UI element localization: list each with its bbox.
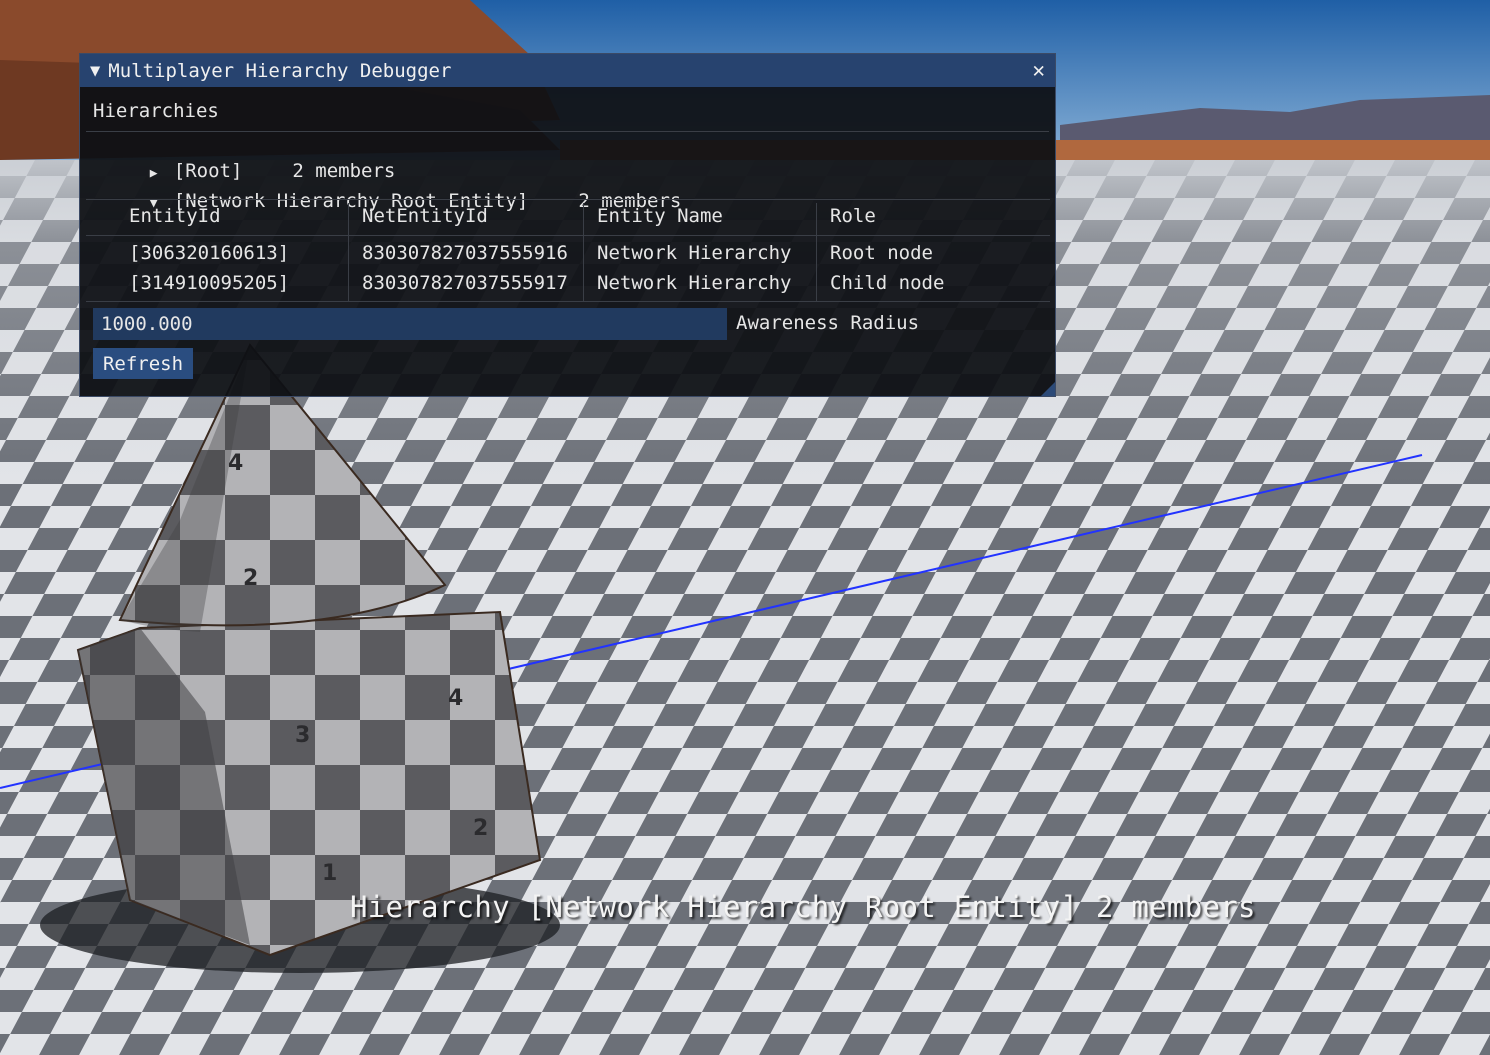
table-cell-role: Child node [830,272,945,294]
table-cell-entityid: [314910095205] [129,272,290,294]
svg-text:4: 4 [448,686,463,711]
resize-grip-icon[interactable] [1041,382,1055,396]
column-divider[interactable] [348,203,349,301]
table-cell-role: Root node [830,242,933,264]
awareness-radius-value: 1000.000 [101,313,193,335]
table-cell-entity-name: Network Hierarchy [597,272,792,294]
awareness-radius-input[interactable]: 1000.000 [93,308,727,340]
window-title: Multiplayer Hierarchy Debugger [108,59,452,82]
hierarchy-overlay-text: Hierarchy [Network Hierarchy Root Entity… [350,890,1256,924]
svg-text:1: 1 [322,861,337,886]
svg-text:2: 2 [243,566,258,591]
svg-text:4: 4 [228,451,243,476]
column-header-entity-name[interactable]: Entity Name [597,205,723,227]
header-divider [86,235,1050,236]
table-cell-entityid: [306320160613] [129,242,290,264]
column-header-entityid[interactable]: EntityId [129,205,221,227]
table-cell-entity-name: Network Hierarchy [597,242,792,264]
divider [86,199,1050,200]
entity-table: EntityId NetEntityId Entity Name Role [3… [86,199,1050,303]
column-divider[interactable] [816,203,817,301]
refresh-button[interactable]: Refresh [93,348,193,379]
hierarchies-header[interactable]: Hierarchies [93,100,219,122]
table-cell-netentityid: 830307827037555917 [362,272,568,294]
close-icon[interactable]: ✕ [1032,58,1045,82]
column-header-role[interactable]: Role [830,205,876,227]
window-title-bar[interactable]: ▼ Multiplayer Hierarchy Debugger ✕ [80,54,1055,87]
table-cell-netentityid: 830307827037555916 [362,242,568,264]
column-divider[interactable] [583,203,584,301]
divider [86,131,1049,132]
awareness-radius-label: Awareness Radius [736,312,920,334]
divider [86,301,1050,302]
hierarchy-debugger-window[interactable]: ▼ Multiplayer Hierarchy Debugger ✕ Hiera… [79,53,1056,397]
column-header-netentityid[interactable]: NetEntityId [362,205,488,227]
svg-text:3: 3 [295,723,310,748]
collapse-triangle-icon[interactable]: ▼ [90,61,100,81]
svg-text:2: 2 [473,816,488,841]
